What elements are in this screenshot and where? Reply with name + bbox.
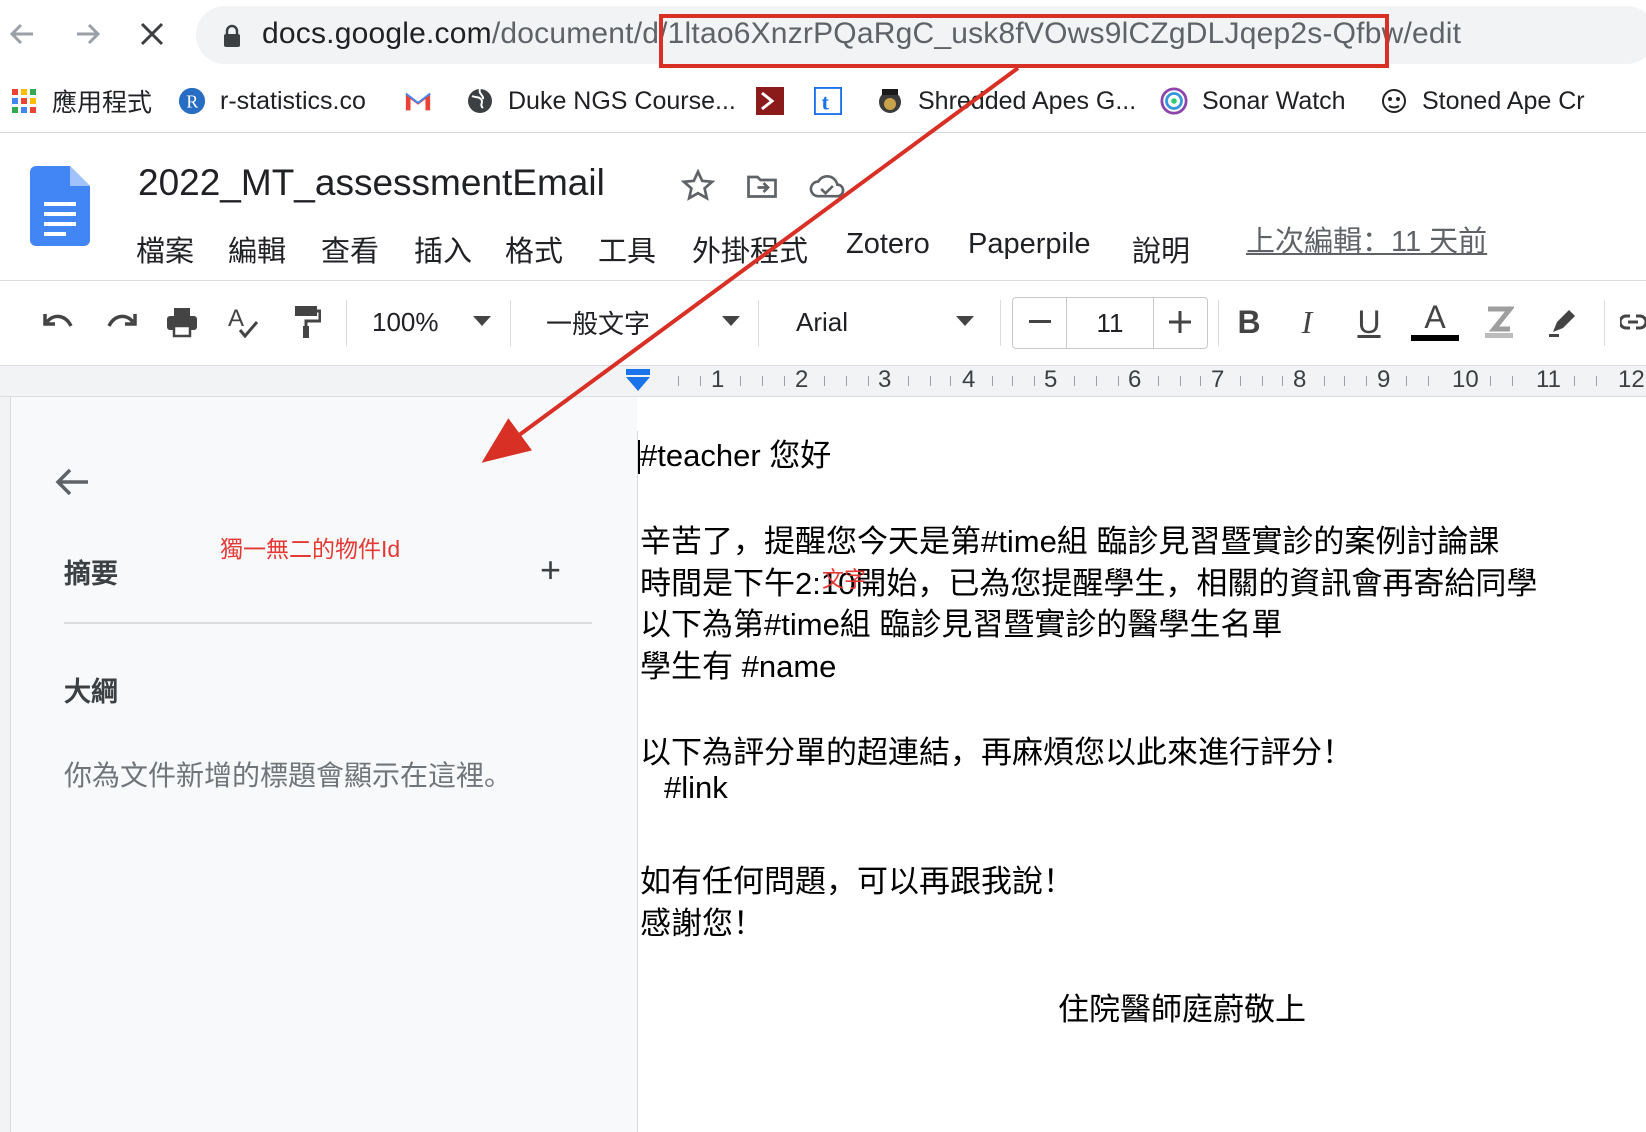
- annotation-arrow: [481, 66, 1020, 463]
